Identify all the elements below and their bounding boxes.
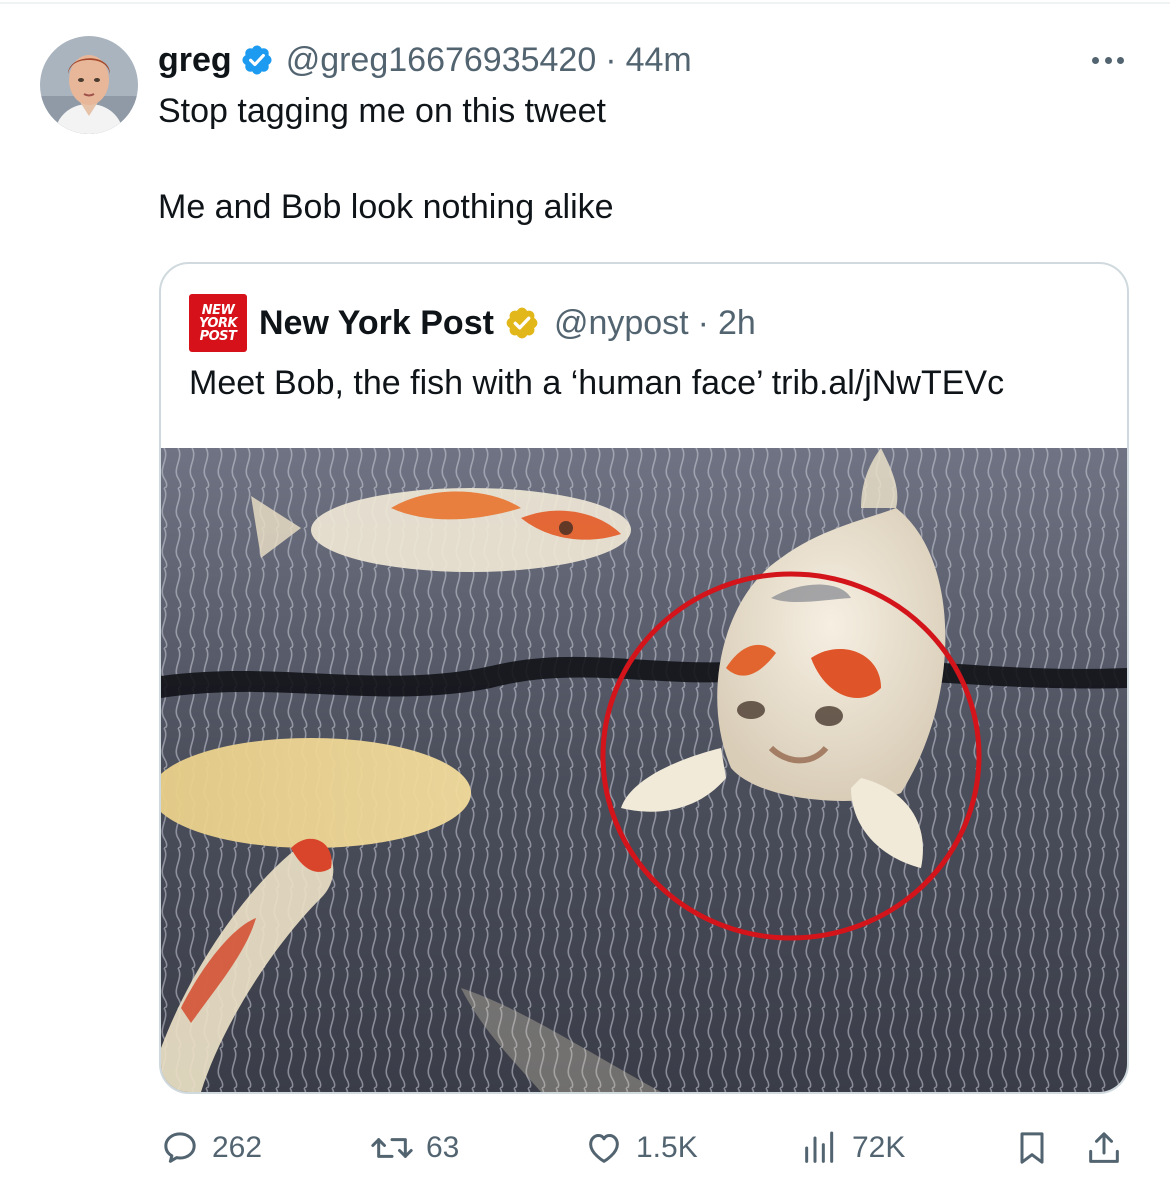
- verified-badge-icon[interactable]: [240, 43, 274, 77]
- views-button[interactable]: 72K: [800, 1120, 905, 1176]
- fish-photo[interactable]: [161, 448, 1127, 1092]
- repost-count: 63: [426, 1131, 460, 1164]
- bookmark-icon: [1020, 1132, 1044, 1164]
- tweet-text-line-1: Stop tagging me on this tweet: [158, 92, 606, 130]
- quoted-author-handle[interactable]: @nypost: [554, 304, 689, 343]
- views-icon: [805, 1131, 834, 1163]
- like-button[interactable]: 1.5K: [584, 1120, 698, 1176]
- like-icon: [589, 1134, 619, 1163]
- quoted-tweet-header: New York Post @nypost · 2h: [259, 300, 756, 346]
- share-icon: [1089, 1132, 1119, 1163]
- reply-count: 262: [212, 1131, 263, 1164]
- timestamp[interactable]: 44m: [626, 41, 692, 80]
- tweet-header: greg @greg16676935420 · 44m: [158, 38, 692, 82]
- quoted-tweet-text: Meet Bob, the fish with a ‘human face’ t…: [189, 364, 1005, 402]
- gold-verified-badge-icon[interactable]: [504, 305, 540, 341]
- separator-dot: ·: [605, 40, 617, 79]
- like-count: 1.5K: [636, 1131, 698, 1164]
- top-divider: [0, 2, 1170, 4]
- views-count: 72K: [852, 1131, 906, 1164]
- repost-button[interactable]: 63: [370, 1120, 459, 1176]
- avatar[interactable]: [40, 36, 138, 134]
- tweet-text-line-2: Me and Bob look nothing alike: [158, 188, 614, 226]
- action-bar: 262 63 1.5K 72K: [0, 1120, 1170, 1176]
- separator-dot: ·: [697, 303, 709, 342]
- share-button[interactable]: [1084, 1120, 1124, 1176]
- quoted-timestamp[interactable]: 2h: [718, 304, 756, 343]
- nypost-logo[interactable]: NEW YORK POST: [189, 294, 247, 352]
- reply-button[interactable]: 262: [160, 1120, 262, 1176]
- more-icon[interactable]: [1086, 46, 1130, 74]
- quoted-author-name[interactable]: New York Post: [259, 304, 494, 343]
- bookmark-button[interactable]: [1012, 1120, 1052, 1176]
- author-handle[interactable]: @greg16676935420: [286, 41, 597, 80]
- author-name[interactable]: greg: [158, 41, 232, 80]
- reply-icon: [164, 1132, 196, 1163]
- repost-icon: [371, 1138, 413, 1158]
- quoted-tweet[interactable]: NEW YORK POST New York Post @nypost · 2h…: [159, 262, 1129, 1094]
